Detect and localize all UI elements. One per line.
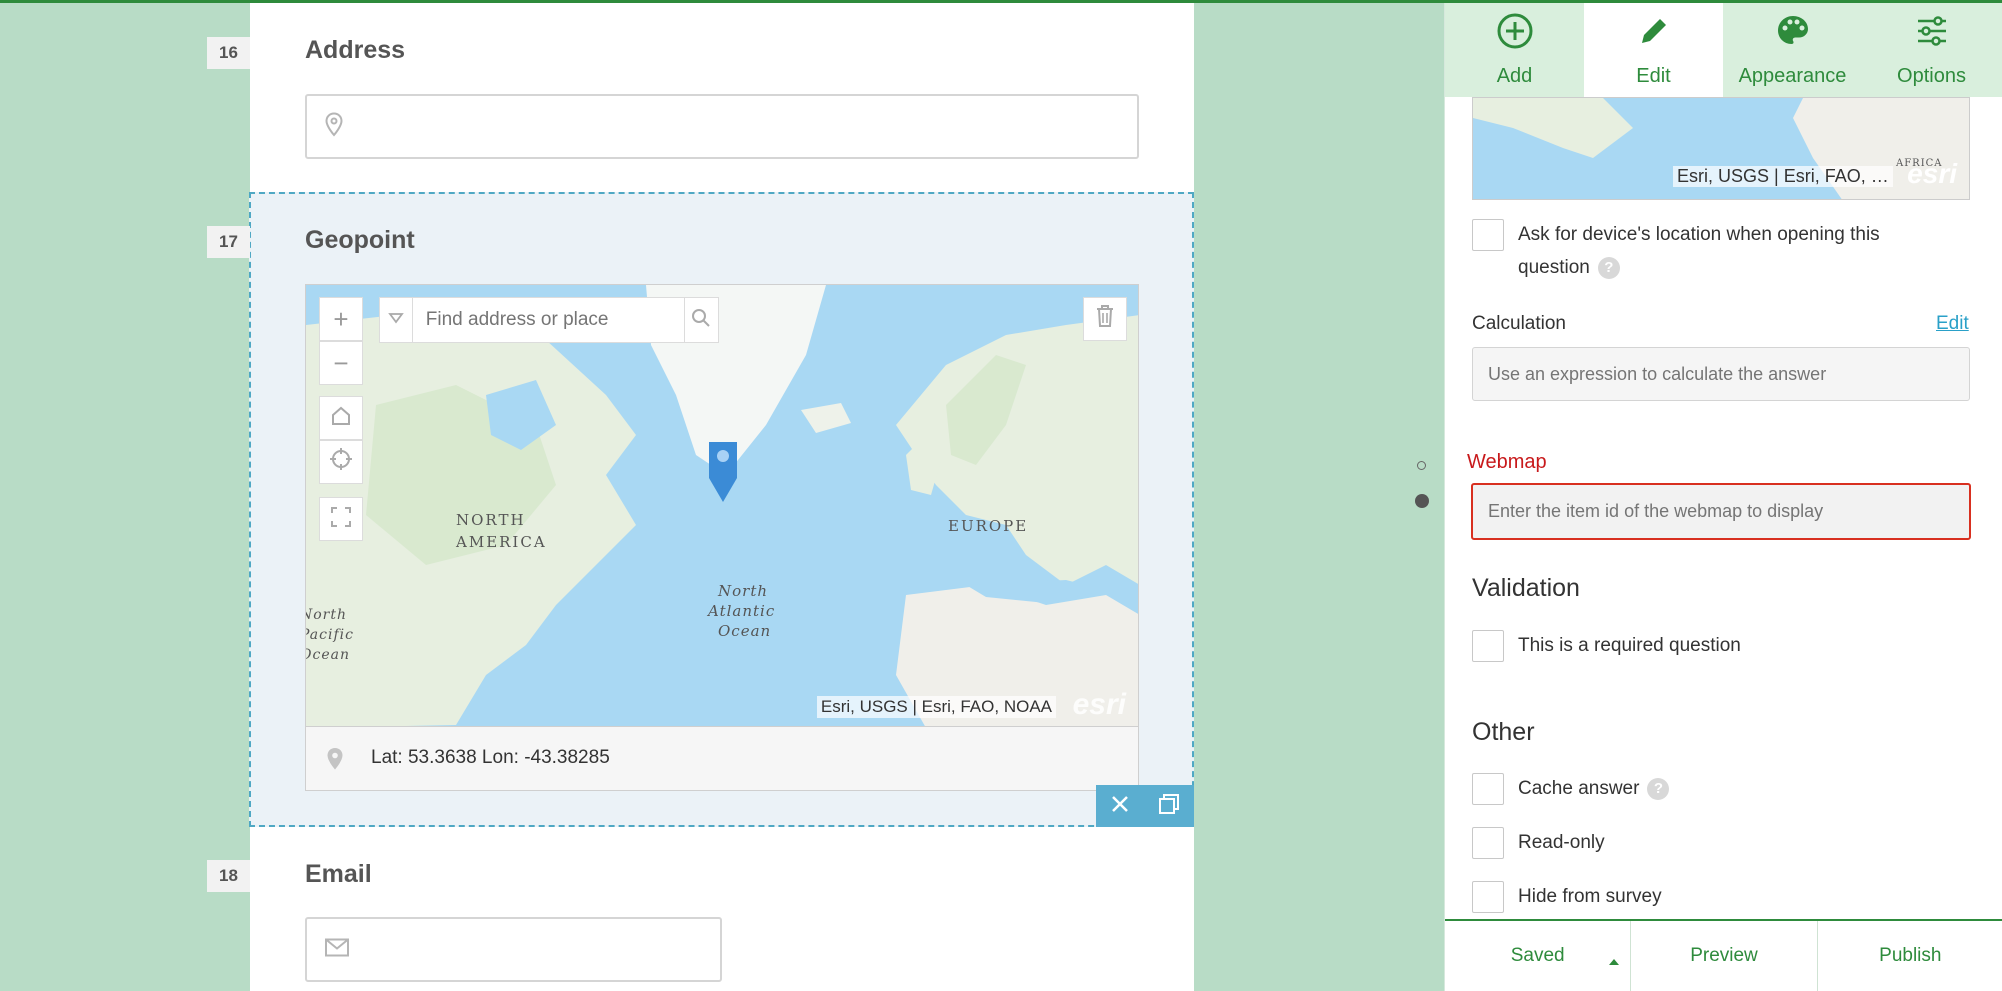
calculation-label: Calculation [1472,313,1566,334]
read-only-checkbox[interactable] [1472,827,1504,859]
toolbar-add-label: Add [1496,65,1533,87]
add-circle-icon [1497,13,1533,55]
publish-button[interactable]: Publish [1818,921,2002,991]
map-label: Ocean [306,647,350,663]
ask-location-label: Ask for device's location when opening t… [1518,224,1880,279]
copy-icon [1158,793,1180,819]
page-indicator-dot[interactable] [1417,461,1426,470]
map-pin-icon [325,111,343,141]
cache-answer-label: Cache answer? [1518,772,1670,805]
question-number: 16 [207,37,250,69]
preview-button[interactable]: Preview [1631,921,1818,991]
address-field[interactable] [305,94,1139,159]
zoom-out-button[interactable]: − [319,341,363,385]
toolbar-options-label: Options [1897,65,1966,87]
map-label: NORTH [456,511,526,529]
calculation-edit-link[interactable]: Edit [1936,313,1969,335]
esri-logo: esri [1907,158,1957,189]
chevron-down-icon [388,311,404,329]
latlon-readout: Lat: 53.3638 Lon: -43.38285 [305,727,1139,791]
panel-toolbar: Add Edit Appearance Options [1445,3,2002,97]
preview-label: Preview [1690,945,1758,966]
search-button[interactable] [683,298,718,342]
saved-button[interactable]: Saved [1445,921,1632,991]
map-label: Ocean [718,622,772,640]
toolbar-edit[interactable]: Edit [1584,3,1723,97]
required-label: This is a required question [1518,635,1741,656]
minus-icon: − [333,347,349,378]
search-source-dropdown[interactable] [380,298,413,342]
clear-location-button[interactable] [1083,297,1127,341]
webmap-input[interactable] [1471,483,1971,540]
question-number: 18 [207,860,250,892]
publish-label: Publish [1879,945,1942,966]
minimap-attribution: Esri, USGS | Esri, FAO, … [1673,166,1893,187]
help-icon[interactable]: ? [1597,256,1620,279]
map-label: EUROPE [948,517,1029,535]
map-label: Atlantic [708,602,776,620]
close-icon [1110,795,1130,818]
cache-answer-checkbox[interactable] [1472,773,1504,805]
palette-icon [1775,13,1811,55]
question-title-address[interactable]: Address [305,36,405,65]
envelope-icon [325,938,349,961]
other-heading: Other [1472,718,1535,746]
caret-up-icon[interactable] [1608,950,1620,972]
read-only-label: Read-only [1518,832,1605,853]
geopoint-map[interactable]: NORTH AMERICA EUROPE North Atlantic Ocea… [305,284,1139,727]
required-checkbox[interactable] [1472,630,1504,662]
home-icon [330,403,352,434]
bottom-action-bar: Saved Preview Publish [1445,919,2002,991]
toolbar-appearance-label: Appearance [1738,65,1847,87]
map-search-box[interactable] [379,297,719,343]
map-marker-icon[interactable] [705,438,741,509]
search-icon [691,308,711,333]
question-tools [1096,785,1194,827]
toolbar-edit-label: Edit [1636,65,1671,87]
toolbar-add[interactable]: Add [1445,3,1584,97]
delete-question-button[interactable] [1110,794,1130,819]
locate-button[interactable] [319,440,363,484]
help-icon[interactable]: ? [1647,777,1670,800]
validation-heading: Validation [1472,574,1580,602]
page-indicator-dot-active[interactable] [1415,494,1429,508]
latlon-text: Lat: 53.3638 Lon: -43.38285 [371,747,610,768]
properties-panel: Add Edit Appearance Options AFRICA Esri,… [1444,3,2002,991]
plus-icon: + [333,303,349,334]
toolbar-appearance[interactable]: Appearance [1723,3,1862,97]
home-button[interactable] [319,396,363,440]
map-pin-icon [326,747,344,777]
hide-from-survey-checkbox[interactable] [1472,881,1504,913]
duplicate-question-button[interactable] [1158,793,1180,820]
saved-label: Saved [1510,945,1565,966]
pencil-icon [1636,13,1672,55]
webmap-label: Webmap [1467,451,1547,473]
map-label: North [718,582,769,600]
toolbar-options[interactable]: Options [1862,3,2001,97]
map-label: Pacific [305,627,354,643]
question-title-email[interactable]: Email [305,860,372,889]
sliders-icon [1914,13,1950,55]
calculation-input[interactable] [1472,347,1970,401]
crosshair-icon [329,447,353,478]
ask-location-checkbox[interactable] [1472,219,1504,251]
esri-logo: esri [1072,688,1126,721]
fullscreen-icon [330,504,352,535]
trash-icon [1095,304,1115,335]
default-location-minimap[interactable]: AFRICA Esri, USGS | Esri, FAO, … esri [1472,97,1970,200]
hide-from-survey-label: Hide from survey [1518,886,1662,907]
map-attribution: Esri, USGS | Esri, FAO, NOAA [816,696,1056,718]
search-input[interactable] [412,298,684,342]
question-number: 17 [207,226,250,258]
fullscreen-button[interactable] [319,497,363,541]
question-title-geopoint[interactable]: Geopoint [305,226,415,255]
map-label: AMERICA [456,533,547,551]
zoom-in-button[interactable]: + [319,297,363,341]
email-field[interactable] [305,917,722,982]
map-label: North [306,607,348,623]
